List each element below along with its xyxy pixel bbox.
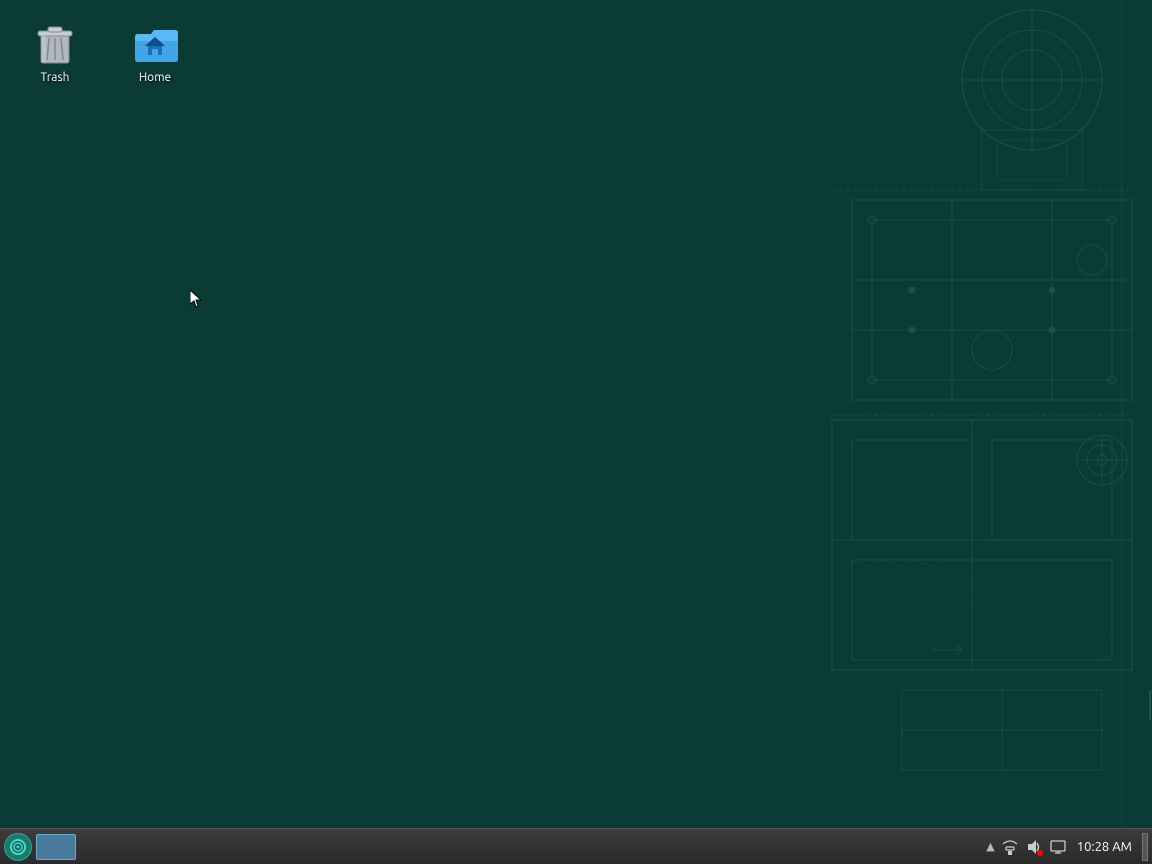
trash-icon-label: Trash <box>40 71 69 84</box>
home-icon-image <box>131 19 179 67</box>
desktop-icons-area: Trash Home <box>10 10 200 93</box>
network-tray-icon[interactable] <box>1001 838 1019 856</box>
tray-expand-icon[interactable]: ▲ <box>986 840 994 853</box>
trash-icon-item[interactable]: Trash <box>15 15 95 88</box>
home-icon-label: Home <box>139 71 171 84</box>
volume-mute-indicator <box>1037 850 1043 856</box>
network-icon-svg <box>1001 838 1019 856</box>
system-tray: ▲ <box>986 833 1148 861</box>
taskbar-left <box>4 833 76 861</box>
volume-tray-icon[interactable] <box>1025 838 1043 856</box>
trash-svg <box>31 19 79 67</box>
taskbar-window-item[interactable] <box>36 834 76 860</box>
trash-icon-image <box>31 19 79 67</box>
blueprint-background <box>752 0 1152 864</box>
home-svg <box>131 19 179 67</box>
system-clock[interactable]: 10:28 AM <box>1073 838 1136 856</box>
apps-logo-icon <box>12 841 24 853</box>
home-icon-item[interactable]: Home <box>115 15 195 88</box>
display-icon-svg <box>1049 838 1067 856</box>
display-tray-icon[interactable] <box>1049 838 1067 856</box>
desktop: Trash Home <box>0 0 1152 864</box>
apps-button-inner <box>10 839 26 855</box>
mouse-cursor <box>190 290 202 308</box>
show-desktop-button[interactable] <box>1142 833 1148 861</box>
taskbar: ▲ <box>0 828 1152 864</box>
apps-button[interactable] <box>4 833 32 861</box>
